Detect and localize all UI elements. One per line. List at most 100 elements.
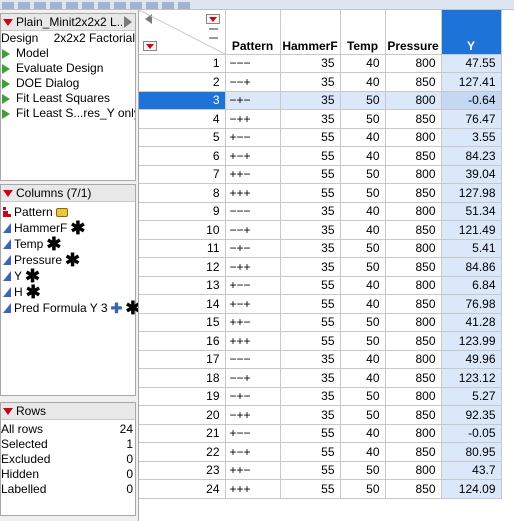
- cell-pattern[interactable]: −−−: [225, 350, 281, 369]
- row-number[interactable]: 17: [139, 350, 226, 369]
- row-number[interactable]: 5: [139, 128, 226, 147]
- cell-hammerf[interactable]: 35: [280, 257, 341, 277]
- row-number[interactable]: 8: [139, 183, 226, 203]
- cell-pressure[interactable]: 800: [385, 461, 442, 480]
- cell-pressure[interactable]: 850: [385, 146, 442, 166]
- cell-y[interactable]: 51.34: [441, 202, 502, 221]
- cell-hammerf[interactable]: 35: [280, 387, 341, 406]
- table-row[interactable]: 14 +−+ 55 40 850 76.98: [139, 294, 502, 314]
- cell-pattern[interactable]: +−−: [225, 424, 281, 443]
- cell-temp[interactable]: 50: [340, 109, 386, 129]
- table-row[interactable]: 13 +−− 55 40 800 6.84: [139, 276, 502, 295]
- column-item[interactable]: Pattern: [1, 204, 135, 220]
- table-row[interactable]: 12 −++ 35 50 850 84.86: [139, 257, 502, 277]
- cell-pattern[interactable]: +−+: [225, 146, 281, 166]
- cell-pressure[interactable]: 850: [385, 294, 442, 314]
- cell-hammerf[interactable]: 55: [280, 146, 341, 166]
- toolbar-icon[interactable]: [66, 2, 78, 9]
- toolbar-icon[interactable]: [82, 2, 94, 9]
- table-row[interactable]: 9 −−− 35 40 800 51.34: [139, 202, 502, 221]
- cell-hammerf[interactable]: 35: [280, 91, 341, 110]
- cell-pattern[interactable]: +−−: [225, 128, 281, 147]
- cell-hammerf[interactable]: 55: [280, 294, 341, 314]
- cell-pressure[interactable]: 800: [385, 424, 442, 443]
- cell-pressure[interactable]: 800: [385, 165, 442, 184]
- cell-pattern[interactable]: +++: [225, 331, 281, 351]
- table-row[interactable]: 11 −+− 35 50 800 5.41: [139, 239, 502, 258]
- cell-temp[interactable]: 50: [340, 331, 386, 351]
- row-number[interactable]: 18: [139, 368, 226, 388]
- row-number[interactable]: 19: [139, 387, 226, 406]
- table-row[interactable]: 6 +−+ 55 40 850 84.23: [139, 146, 502, 166]
- play-script-icon[interactable]: [2, 108, 10, 119]
- cell-y[interactable]: 43.7: [441, 461, 502, 480]
- cell-pattern[interactable]: −−+: [225, 72, 281, 92]
- cell-y[interactable]: 3.55: [441, 128, 502, 147]
- cell-y[interactable]: 39.04: [441, 165, 502, 184]
- table-row[interactable]: 2 −−+ 35 40 850 127.41: [139, 72, 502, 92]
- cell-y[interactable]: 5.27: [441, 387, 502, 406]
- cell-pattern[interactable]: +−+: [225, 442, 281, 462]
- cell-pattern[interactable]: ++−: [225, 313, 281, 332]
- column-item[interactable]: HammerF ✱: [1, 219, 135, 237]
- rows-panel-header[interactable]: Rows: [1, 403, 135, 420]
- toolbar-icon[interactable]: [178, 2, 190, 9]
- table-row[interactable]: 20 −++ 35 50 850 92.35: [139, 405, 502, 425]
- columns-panel-header[interactable]: Columns (7/1): [1, 185, 135, 202]
- row-number[interactable]: 1: [139, 54, 226, 73]
- cell-hammerf[interactable]: 35: [280, 109, 341, 129]
- table-panel-header[interactable]: Plain_Minit2x2x2 L...: [1, 14, 135, 31]
- row-number[interactable]: 12: [139, 257, 226, 277]
- script-item[interactable]: DOE Dialog: [1, 76, 135, 91]
- cell-pattern[interactable]: −−+: [225, 368, 281, 388]
- toolbar-icon[interactable]: [2, 2, 14, 9]
- script-item[interactable]: Evaluate Design: [1, 61, 135, 76]
- table-row[interactable]: 17 −−− 35 40 800 49.96: [139, 350, 502, 369]
- cell-y[interactable]: 6.84: [441, 276, 502, 295]
- cell-pressure[interactable]: 850: [385, 405, 442, 425]
- row-number[interactable]: 16: [139, 331, 226, 351]
- cell-hammerf[interactable]: 55: [280, 442, 341, 462]
- cell-hammerf[interactable]: 35: [280, 202, 341, 221]
- cell-y[interactable]: 5.41: [441, 239, 502, 258]
- cell-temp[interactable]: 50: [340, 165, 386, 184]
- row-number[interactable]: 24: [139, 479, 226, 499]
- cell-pressure[interactable]: 800: [385, 54, 442, 73]
- table-row[interactable]: 24 +++ 55 50 850 124.09: [139, 479, 502, 499]
- row-number[interactable]: 21: [139, 424, 226, 443]
- cell-hammerf[interactable]: 55: [280, 331, 341, 351]
- cell-pattern[interactable]: −−−: [225, 202, 281, 221]
- cell-temp[interactable]: 50: [340, 479, 386, 499]
- cell-hammerf[interactable]: 35: [280, 239, 341, 258]
- column-header-temp[interactable]: Temp: [340, 10, 386, 55]
- table-row[interactable]: 3 −+− 35 50 800 -0.64: [139, 91, 502, 110]
- cell-hammerf[interactable]: 55: [280, 461, 341, 480]
- cell-y[interactable]: 76.98: [441, 294, 502, 314]
- cell-hammerf[interactable]: 55: [280, 128, 341, 147]
- cell-temp[interactable]: 40: [340, 146, 386, 166]
- table-row[interactable]: 23 ++− 55 50 800 43.7: [139, 461, 502, 480]
- cell-pressure[interactable]: 850: [385, 183, 442, 203]
- cell-pattern[interactable]: −+−: [225, 91, 281, 110]
- table-row[interactable]: 5 +−− 55 40 800 3.55: [139, 128, 502, 147]
- row-number[interactable]: 15: [139, 313, 226, 332]
- column-header-y[interactable]: Y: [441, 10, 502, 55]
- cell-y[interactable]: 124.09: [441, 479, 502, 499]
- toolbar-icon[interactable]: [162, 2, 174, 9]
- cell-pattern[interactable]: +++: [225, 183, 281, 203]
- cell-temp[interactable]: 50: [340, 405, 386, 425]
- table-row[interactable]: 10 −−+ 35 40 850 121.49: [139, 220, 502, 240]
- cell-pressure[interactable]: 850: [385, 442, 442, 462]
- cell-pressure[interactable]: 850: [385, 109, 442, 129]
- cell-pattern[interactable]: −++: [225, 257, 281, 277]
- table-row[interactable]: 4 −++ 35 50 850 76.47: [139, 109, 502, 129]
- cell-y[interactable]: 80.95: [441, 442, 502, 462]
- cell-y[interactable]: 123.12: [441, 368, 502, 388]
- cell-temp[interactable]: 50: [340, 313, 386, 332]
- cell-hammerf[interactable]: 35: [280, 220, 341, 240]
- cell-pattern[interactable]: ++−: [225, 461, 281, 480]
- cell-y[interactable]: 92.35: [441, 405, 502, 425]
- script-item[interactable]: Fit Least S...res_Y only: [1, 106, 135, 121]
- red-triangle-icon[interactable]: [3, 189, 13, 197]
- cell-hammerf[interactable]: 55: [280, 165, 341, 184]
